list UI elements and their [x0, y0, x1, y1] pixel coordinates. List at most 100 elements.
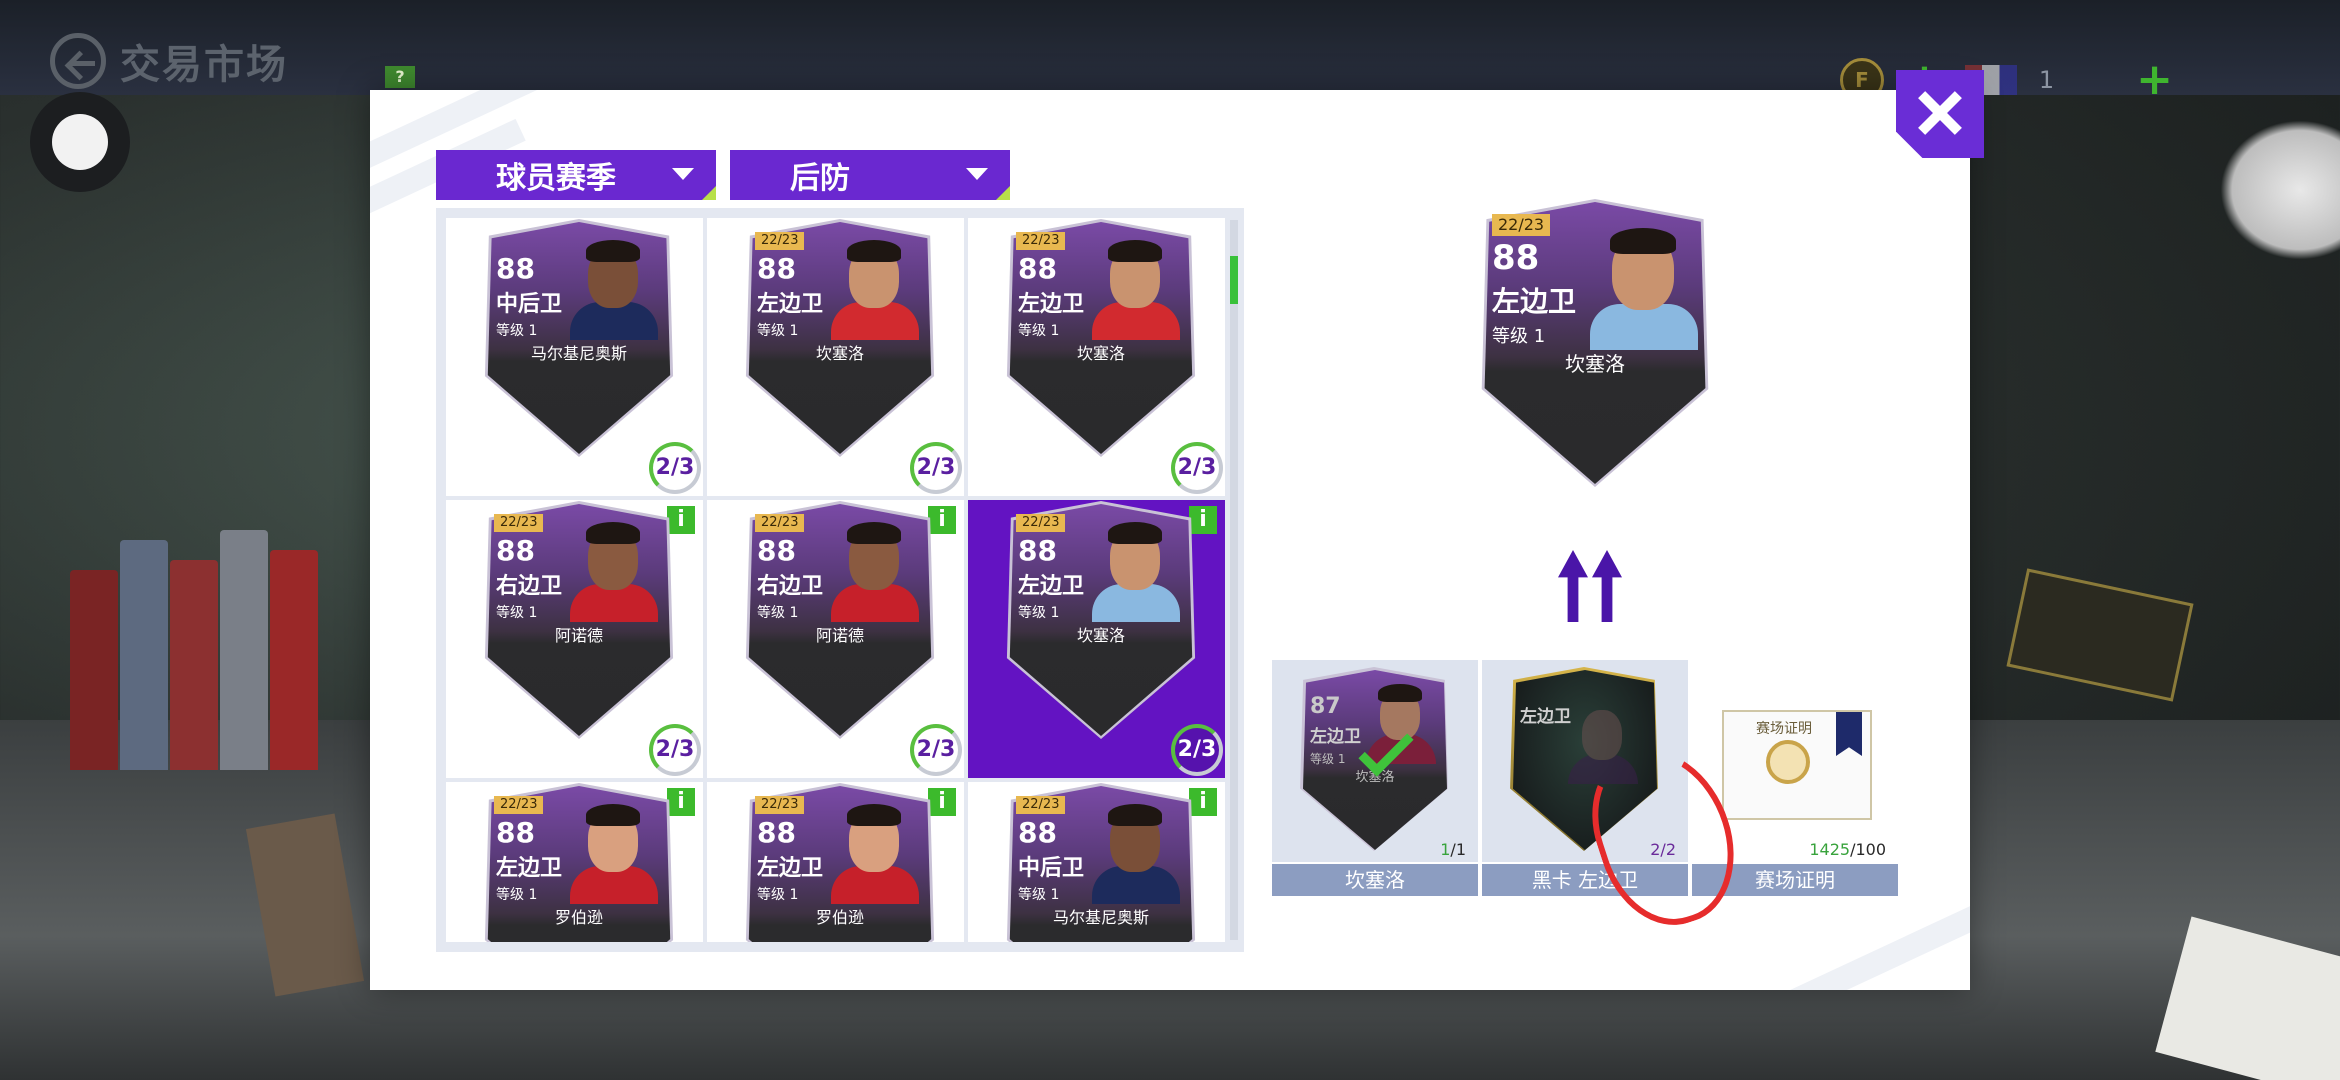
card-position: 中后卫 — [496, 292, 563, 317]
player-card: 22/23 88 左边卫 等级 1 坎塞洛 — [1006, 501, 1196, 739]
preview-player-card: 22/23 88 左边卫 等级 1 坎塞洛 — [1480, 199, 1710, 487]
chevron-down-icon — [966, 168, 988, 180]
card-player-name: 阿诺德 — [554, 626, 603, 645]
season-filter-dropdown[interactable]: 球员赛季 — [436, 150, 716, 200]
card-position: 左边卫 — [757, 856, 824, 881]
card-player-name: 坎塞洛 — [815, 344, 864, 363]
player-portrait — [570, 518, 658, 622]
card-count-badge: 2/3 — [649, 724, 701, 776]
card-rating: 88 — [496, 816, 535, 849]
card-rating: 88 — [757, 252, 796, 285]
card-season: 22/23 — [1016, 232, 1066, 250]
position-filter-dropdown[interactable]: 后防 — [730, 150, 1010, 200]
player-card: 22/23 88 左边卫 等级 1 罗伯逊 — [484, 783, 674, 942]
ticket-count: 1 — [2038, 66, 2055, 94]
player-card: 88 中后卫 等级 1 马尔基尼奥斯 — [484, 219, 674, 457]
card-level: 等级 1 — [1018, 887, 1060, 903]
player-card: 22/23 88 中后卫 等级 1 马尔基尼奥斯 — [1006, 783, 1196, 942]
player-portrait — [570, 800, 658, 904]
card-rating: 88 — [1492, 238, 1540, 278]
card-rating: 88 — [1018, 252, 1057, 285]
card-level: 等级 1 — [496, 605, 538, 621]
player-card-slot[interactable]: 22/23 88 左边卫 等级 1 坎塞洛 2/3 — [707, 218, 964, 496]
card-position: 右边卫 — [757, 574, 824, 599]
player-card-slot[interactable]: 88 中后卫 等级 1 马尔基尼奥斯 2/3 — [446, 218, 703, 496]
player-card: 22/23 88 左边卫 等级 1 坎塞洛 — [745, 219, 935, 457]
add-ticket-button[interactable]: + — [2136, 58, 2173, 102]
certificate-title: 赛场证明 — [1756, 721, 1812, 737]
market-back-button[interactable]: 交易市场 — [50, 32, 288, 90]
player-portrait — [1092, 518, 1180, 622]
player-card-slot[interactable]: i 22/23 88 左边卫 等级 1 罗伯逊 — [707, 782, 964, 942]
card-position: 左边卫 — [1492, 285, 1577, 318]
dropdown-accent — [702, 186, 716, 200]
player-card-slot[interactable]: i 22/23 88 右边卫 等级 1 阿诺德 2/3 — [707, 500, 964, 778]
player-card: 22/23 88 左边卫 等级 1 罗伯逊 — [745, 783, 935, 942]
player-card: 22/23 88 右边卫 等级 1 阿诺德 — [745, 501, 935, 739]
position-filter-label: 后防 — [790, 161, 850, 196]
card-rating: 88 — [496, 252, 535, 285]
card-season: 22/23 — [494, 796, 544, 814]
season-filter-label: 球员赛季 — [496, 161, 616, 196]
requirement-label: 坎塞洛 — [1272, 864, 1478, 896]
certificate-icon: 赛场证明 — [1722, 710, 1872, 820]
background-lamp — [2220, 120, 2340, 260]
ribbon-icon — [1836, 712, 1862, 756]
player-card-slot[interactable]: i 22/23 88 中后卫 等级 1 马尔基尼奥斯 — [968, 782, 1225, 942]
background-books — [70, 500, 370, 770]
card-count-badge: 2/3 — [649, 442, 701, 494]
player-card-slot[interactable]: i 22/23 88 左边卫 等级 1 罗伯逊 — [446, 782, 703, 942]
requirement-mini-card: 87 左边卫 等级 1 坎塞洛 — [1300, 667, 1450, 851]
card-player-name: 坎塞洛 — [1076, 626, 1125, 645]
card-season: 22/23 — [755, 514, 805, 532]
laurel-emblem-icon — [1766, 740, 1810, 784]
card-level: 等级 1 — [496, 887, 538, 903]
back-arrow-icon — [50, 33, 106, 89]
card-count-badge: 2/3 — [910, 442, 962, 494]
player-card-slot[interactable]: i 22/23 88 右边卫 等级 1 阿诺德 2/3 — [446, 500, 703, 778]
card-level: 等级 1 — [496, 323, 538, 339]
player-portrait — [831, 236, 919, 340]
card-rating: 88 — [496, 534, 535, 567]
dropdown-accent — [996, 186, 1010, 200]
card-level: 等级 1 — [757, 887, 799, 903]
card-rating: 88 — [757, 816, 796, 849]
upgrade-arrows-icon — [1558, 550, 1622, 622]
requirement-count: 1425/100 — [1809, 840, 1886, 859]
player-portrait — [831, 800, 919, 904]
player-portrait — [570, 236, 658, 340]
card-count-badge: 2/3 — [910, 724, 962, 776]
card-count-badge: 2/3 — [1171, 724, 1223, 776]
card-player-name: 坎塞洛 — [1076, 344, 1125, 363]
card-player-name: 罗伯逊 — [554, 908, 603, 927]
player-card: 22/23 88 左边卫 等级 1 坎塞洛 — [1006, 219, 1196, 457]
player-card-slot[interactable]: 22/23 88 左边卫 等级 1 坎塞洛 2/3 — [968, 218, 1225, 496]
mini-card-position: 左边卫 — [1520, 707, 1571, 727]
requirement-slot-player[interactable]: 87 左边卫 等级 1 坎塞洛 1/1 坎塞洛 — [1272, 660, 1478, 896]
help-badge[interactable]: ? — [385, 66, 415, 88]
background-gala-box — [2006, 568, 2194, 702]
card-player-name: 马尔基尼奥斯 — [1052, 908, 1149, 927]
card-rating: 88 — [757, 534, 796, 567]
card-player-name: 罗伯逊 — [815, 908, 864, 927]
card-season: 22/23 — [755, 232, 805, 250]
mini-card-position: 左边卫 — [1310, 727, 1361, 747]
player-portrait — [1092, 236, 1180, 340]
requirement-count: 1/1 — [1440, 840, 1466, 859]
card-position: 左边卫 — [496, 856, 563, 881]
card-player-name: 坎塞洛 — [1565, 352, 1625, 376]
card-season: 22/23 — [1016, 796, 1066, 814]
card-level: 等级 1 — [1018, 605, 1060, 621]
card-season: 22/23 — [755, 796, 805, 814]
card-count-badge: 2/3 — [1171, 442, 1223, 494]
card-season: 22/23 — [494, 514, 544, 532]
card-level: 等级 1 — [757, 323, 799, 339]
card-player-name: 阿诺德 — [815, 626, 864, 645]
grid-scrollbar[interactable] — [1230, 220, 1238, 940]
card-player-name: 马尔基尼奥斯 — [530, 344, 627, 363]
player-card-slot[interactable]: i 22/23 88 左边卫 等级 1 坎塞洛 2/3 — [968, 500, 1225, 778]
floating-menu-button[interactable] — [30, 92, 130, 192]
scrollbar-thumb[interactable] — [1230, 256, 1238, 304]
card-position: 左边卫 — [1018, 292, 1085, 317]
player-portrait — [831, 518, 919, 622]
